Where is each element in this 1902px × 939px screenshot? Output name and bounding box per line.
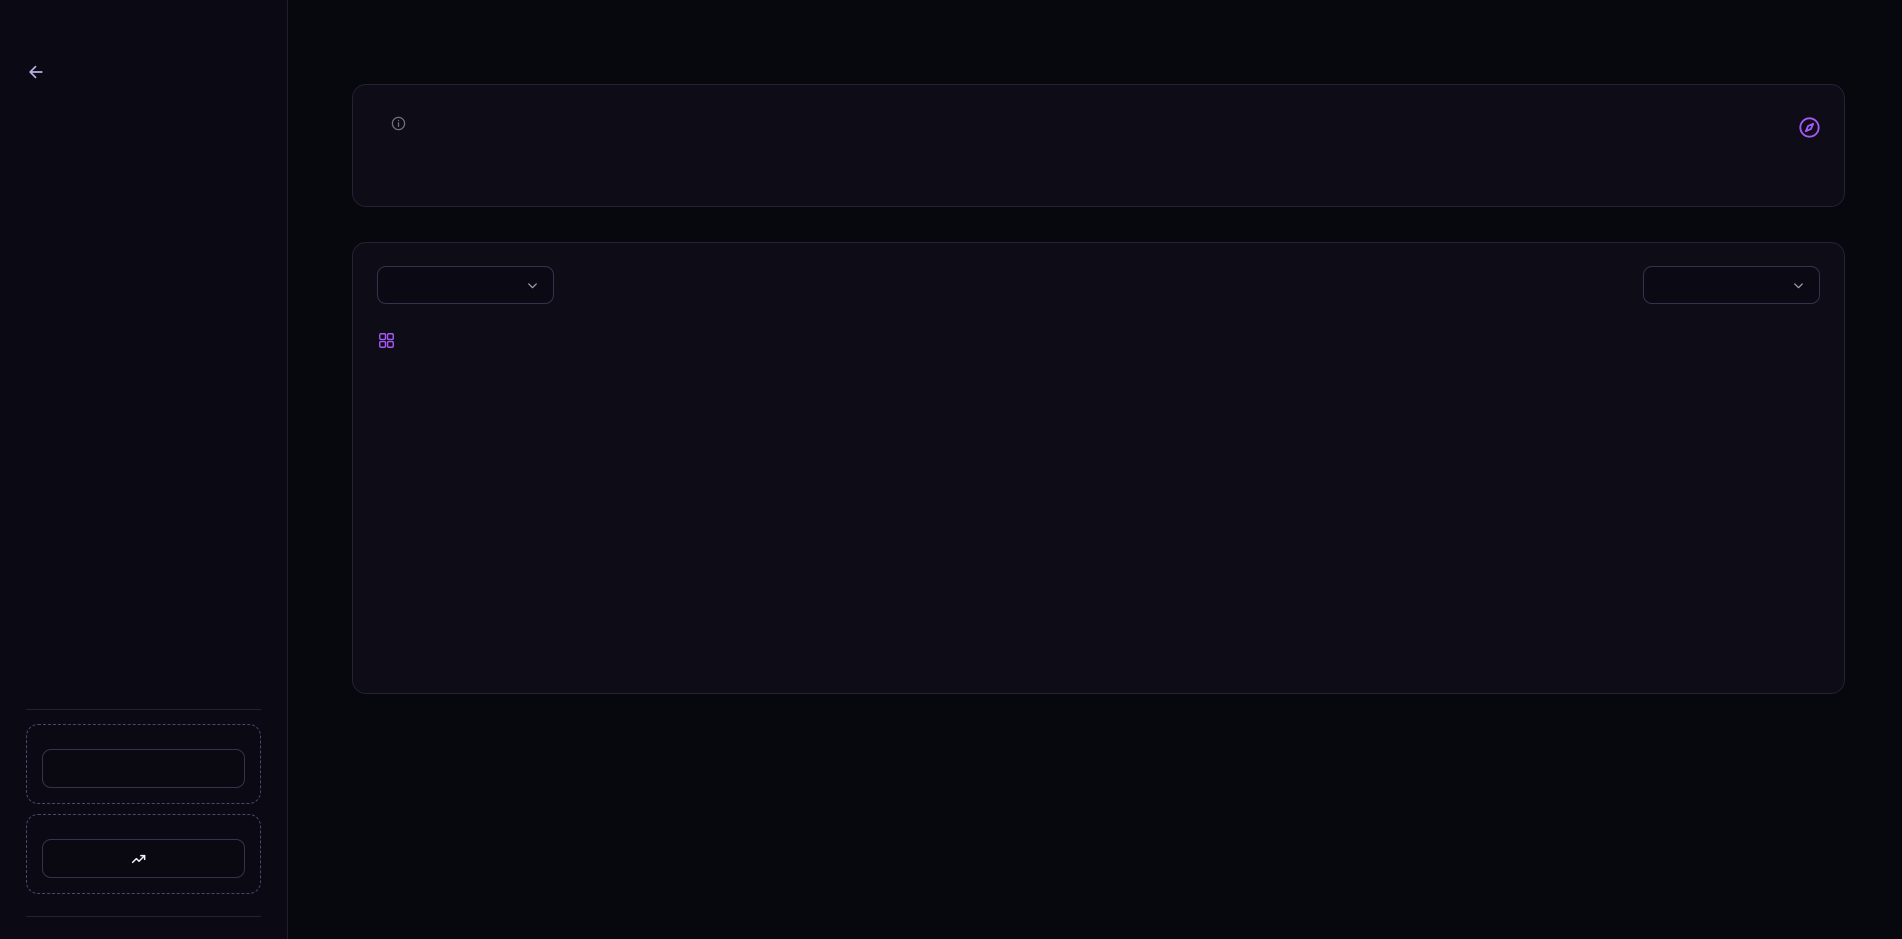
sidebar [0,0,288,939]
trending-up-icon [130,850,148,868]
credits-box [26,724,261,804]
plan-box [26,814,261,894]
sidebar-divider-bottom [26,916,261,917]
upgrade-button[interactable] [42,839,245,878]
back-to-projects-link[interactable] [26,62,261,82]
add-credits-button[interactable] [42,749,245,788]
chevron-down-icon [1791,278,1806,293]
geo-score-card [352,84,1845,207]
info-icon[interactable] [390,115,407,132]
chart-controls [377,266,1820,304]
main-content [288,0,1902,939]
app-root [0,0,1902,939]
grid-icon [377,331,396,350]
chevron-down-icon [525,278,540,293]
sidebar-spacer [26,118,261,697]
arrow-left-icon [26,62,46,82]
compass-icon[interactable] [1797,115,1822,140]
sidebar-divider-top [26,709,261,710]
range-select[interactable] [1643,266,1820,304]
chart-card [352,242,1845,694]
metrics-line-chart[interactable] [377,354,677,504]
metric-select[interactable] [377,266,554,304]
